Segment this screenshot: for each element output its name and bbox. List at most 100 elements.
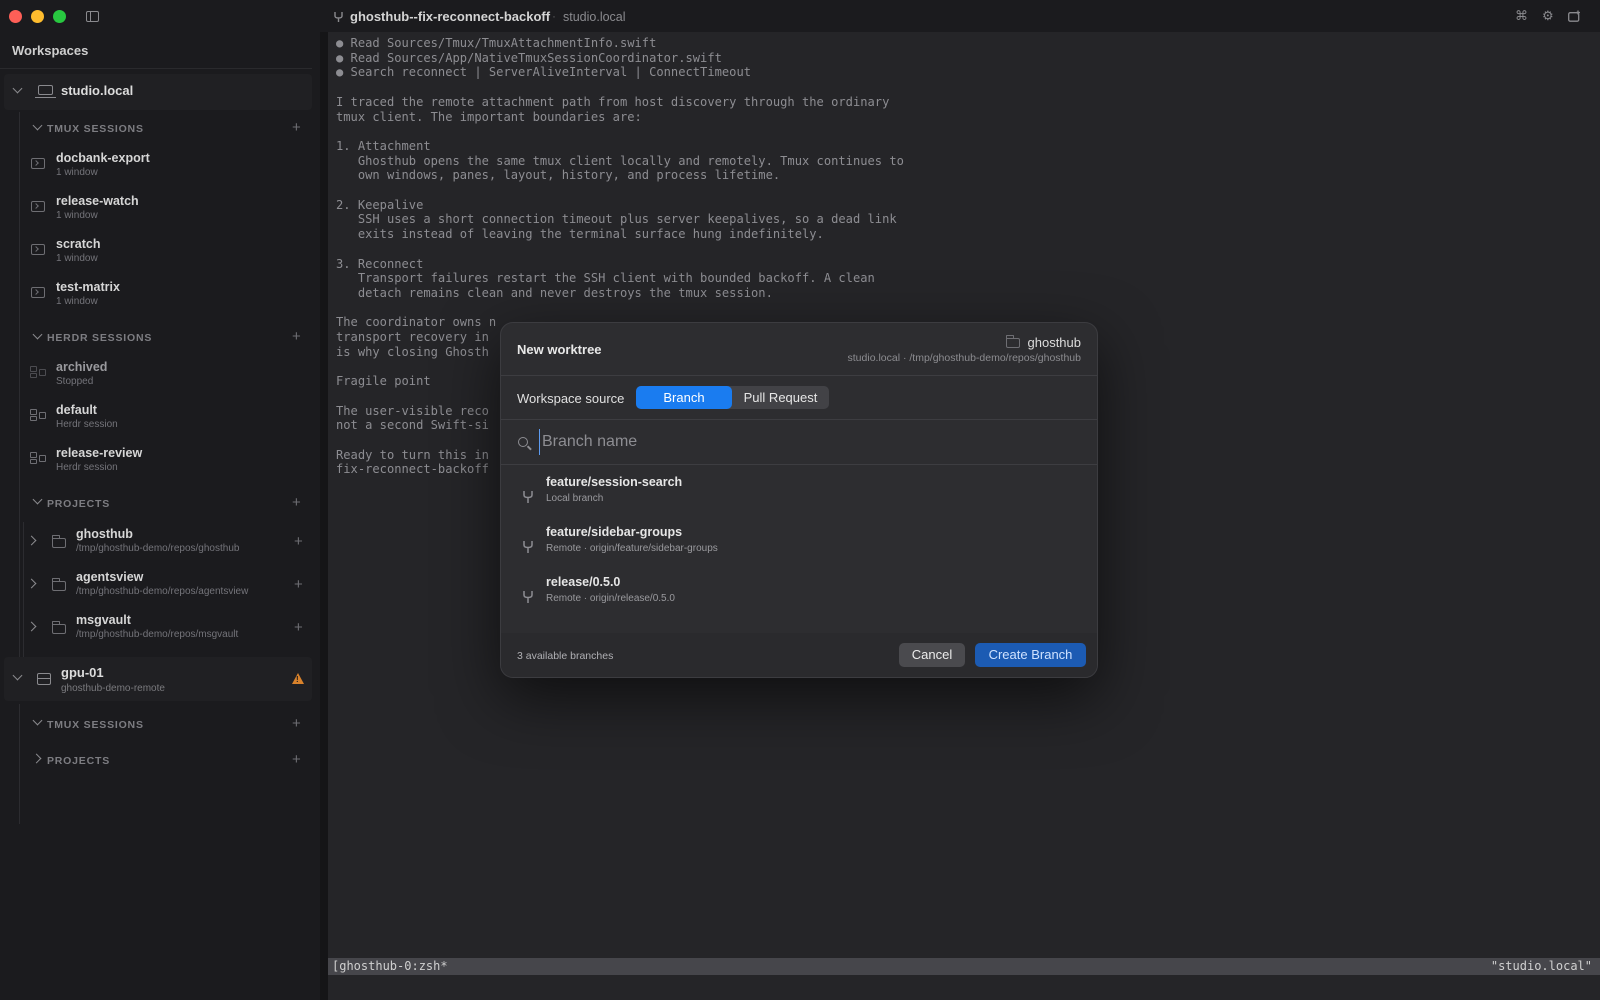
branch-item-name[interactable]: feature/session-search (546, 475, 682, 489)
new-worktree-dialog: New worktree ghosthub studio.local · /tm… (500, 322, 1098, 678)
session-sub: 1 window (56, 167, 98, 178)
project-name: ghosthub (1027, 335, 1082, 350)
sidebar-divider (0, 68, 312, 69)
close-window-button[interactable] (9, 10, 22, 23)
warning-icon[interactable]: ! (292, 673, 304, 684)
host-name: studio.local (61, 83, 134, 98)
new-window-icon[interactable] (1568, 10, 1582, 25)
section-projects[interactable]: PROJECTS (47, 755, 110, 767)
branch-icon (522, 490, 534, 504)
chevron-down-icon[interactable] (32, 120, 43, 131)
session-sub: 1 window (56, 296, 98, 307)
chevron-down-icon[interactable] (32, 329, 43, 340)
add-worktree-icon[interactable]: + (294, 534, 303, 549)
tmux-status-right: "studio.local" (1490, 959, 1592, 973)
add-herdr-session-icon[interactable]: + (292, 329, 301, 344)
branch-item-name[interactable]: feature/sidebar-groups (546, 525, 682, 539)
command-icon[interactable]: ⌘ (1515, 8, 1528, 24)
source-pull-request-option[interactable]: Pull Request (732, 386, 829, 409)
search-icon (518, 437, 528, 447)
chevron-down-icon[interactable] (32, 494, 43, 505)
folder-icon (52, 621, 66, 634)
section-herdr-sessions[interactable]: HERDR SESSIONS (47, 332, 152, 344)
chevron-right-icon[interactable] (26, 578, 37, 589)
folder-icon (1005, 334, 1020, 348)
host-row-gpu-01[interactable]: gpu-01 ghosthub-demo-remote ! (4, 657, 312, 701)
title-separator: · (552, 9, 556, 23)
herdr-icon (30, 366, 47, 379)
minimize-window-button[interactable] (31, 10, 44, 23)
sidebar-toggle-icon[interactable] (86, 11, 99, 22)
session-name[interactable]: archived (56, 360, 107, 374)
host-name: gpu-01 (61, 665, 104, 680)
gear-icon[interactable]: ⚙ (1542, 8, 1554, 24)
sidebar-heading: Workspaces (12, 43, 89, 58)
chevron-down-icon[interactable] (12, 83, 23, 94)
window-host: studio.local (563, 10, 626, 24)
laptop-icon (35, 85, 56, 99)
branch-item-sub: Remote · origin/release/0.5.0 (546, 593, 675, 604)
chevron-right-icon[interactable] (26, 535, 37, 546)
tree-guide (19, 112, 20, 684)
branch-item-sub: Local branch (546, 493, 604, 504)
dialog-project: ghosthub (1005, 334, 1082, 350)
session-sub: 1 window (56, 210, 98, 221)
branch-item-name[interactable]: release/0.5.0 (546, 575, 620, 589)
chevron-down-icon[interactable] (32, 715, 43, 726)
section-projects[interactable]: PROJECTS (47, 498, 110, 510)
session-sub: 1 window (56, 253, 98, 264)
window-title-text: ghosthub--fix-reconnect-backoff (350, 9, 551, 24)
dialog-title: New worktree (517, 342, 602, 357)
branch-icon (522, 590, 534, 604)
dialog-footer: 3 available branches Cancel Create Branc… (501, 633, 1097, 677)
add-tmux-session-icon[interactable]: + (292, 716, 301, 731)
herdr-icon (30, 452, 47, 465)
session-name[interactable]: release-review (56, 446, 142, 460)
project-path: studio.local · /tmp/ghosthub-demo/repos/… (847, 352, 1081, 364)
zoom-window-button[interactable] (53, 10, 66, 23)
sidebar-resize-handle[interactable] (320, 32, 328, 1000)
add-project-icon[interactable]: + (292, 495, 301, 510)
section-tmux-sessions[interactable]: TMUX SESSIONS (47, 719, 144, 731)
branch-name-input[interactable] (539, 429, 1079, 455)
cancel-button[interactable]: Cancel (899, 643, 965, 667)
session-name[interactable]: default (56, 403, 97, 417)
session-sub: Herdr session (56, 419, 118, 430)
add-worktree-icon[interactable]: + (294, 620, 303, 635)
divider (501, 375, 1097, 376)
folder-icon (52, 535, 66, 548)
branch-item-sub: Remote · origin/feature/sidebar-groups (546, 543, 718, 554)
create-branch-button[interactable]: Create Branch (975, 643, 1086, 667)
server-icon (37, 673, 51, 685)
branch-count: 3 available branches (517, 650, 614, 662)
host-row-studio-local[interactable]: studio.local (4, 74, 312, 110)
workspace-source-label: Workspace source (517, 391, 625, 406)
project-path: /tmp/ghosthub-demo/repos/ghosthub (76, 543, 240, 554)
session-name[interactable]: test-matrix (56, 280, 120, 294)
project-path: /tmp/ghosthub-demo/repos/agentsview (76, 586, 249, 597)
chevron-down-icon[interactable] (12, 670, 23, 681)
add-worktree-icon[interactable]: + (294, 577, 303, 592)
workspace-source-control: Branch Pull Request (636, 386, 829, 409)
session-sub: Herdr session (56, 462, 118, 473)
terminal-icon (31, 244, 45, 255)
add-tmux-session-icon[interactable]: + (292, 120, 301, 135)
tmux-status-bar: [ghosthub-0:zsh* "studio.local" (328, 958, 1600, 975)
project-name[interactable]: ghosthub (76, 527, 133, 541)
chevron-right-icon[interactable] (31, 753, 42, 764)
add-project-icon[interactable]: + (292, 752, 301, 767)
chevron-right-icon[interactable] (26, 621, 37, 632)
terminal-icon (31, 158, 45, 169)
herdr-icon (30, 409, 47, 422)
section-tmux-sessions[interactable]: TMUX SESSIONS (47, 123, 144, 135)
project-name[interactable]: agentsview (76, 570, 143, 584)
session-name[interactable]: scratch (56, 237, 100, 251)
session-name[interactable]: docbank-export (56, 151, 150, 165)
source-branch-option[interactable]: Branch (636, 386, 732, 409)
project-name[interactable]: msgvault (76, 613, 131, 627)
session-status: Stopped (56, 376, 94, 387)
divider (501, 464, 1097, 465)
title-bar: ghosthub--fix-reconnect-backoff · studio… (0, 0, 1600, 32)
session-name[interactable]: release-watch (56, 194, 139, 208)
tree-guide (19, 704, 20, 824)
